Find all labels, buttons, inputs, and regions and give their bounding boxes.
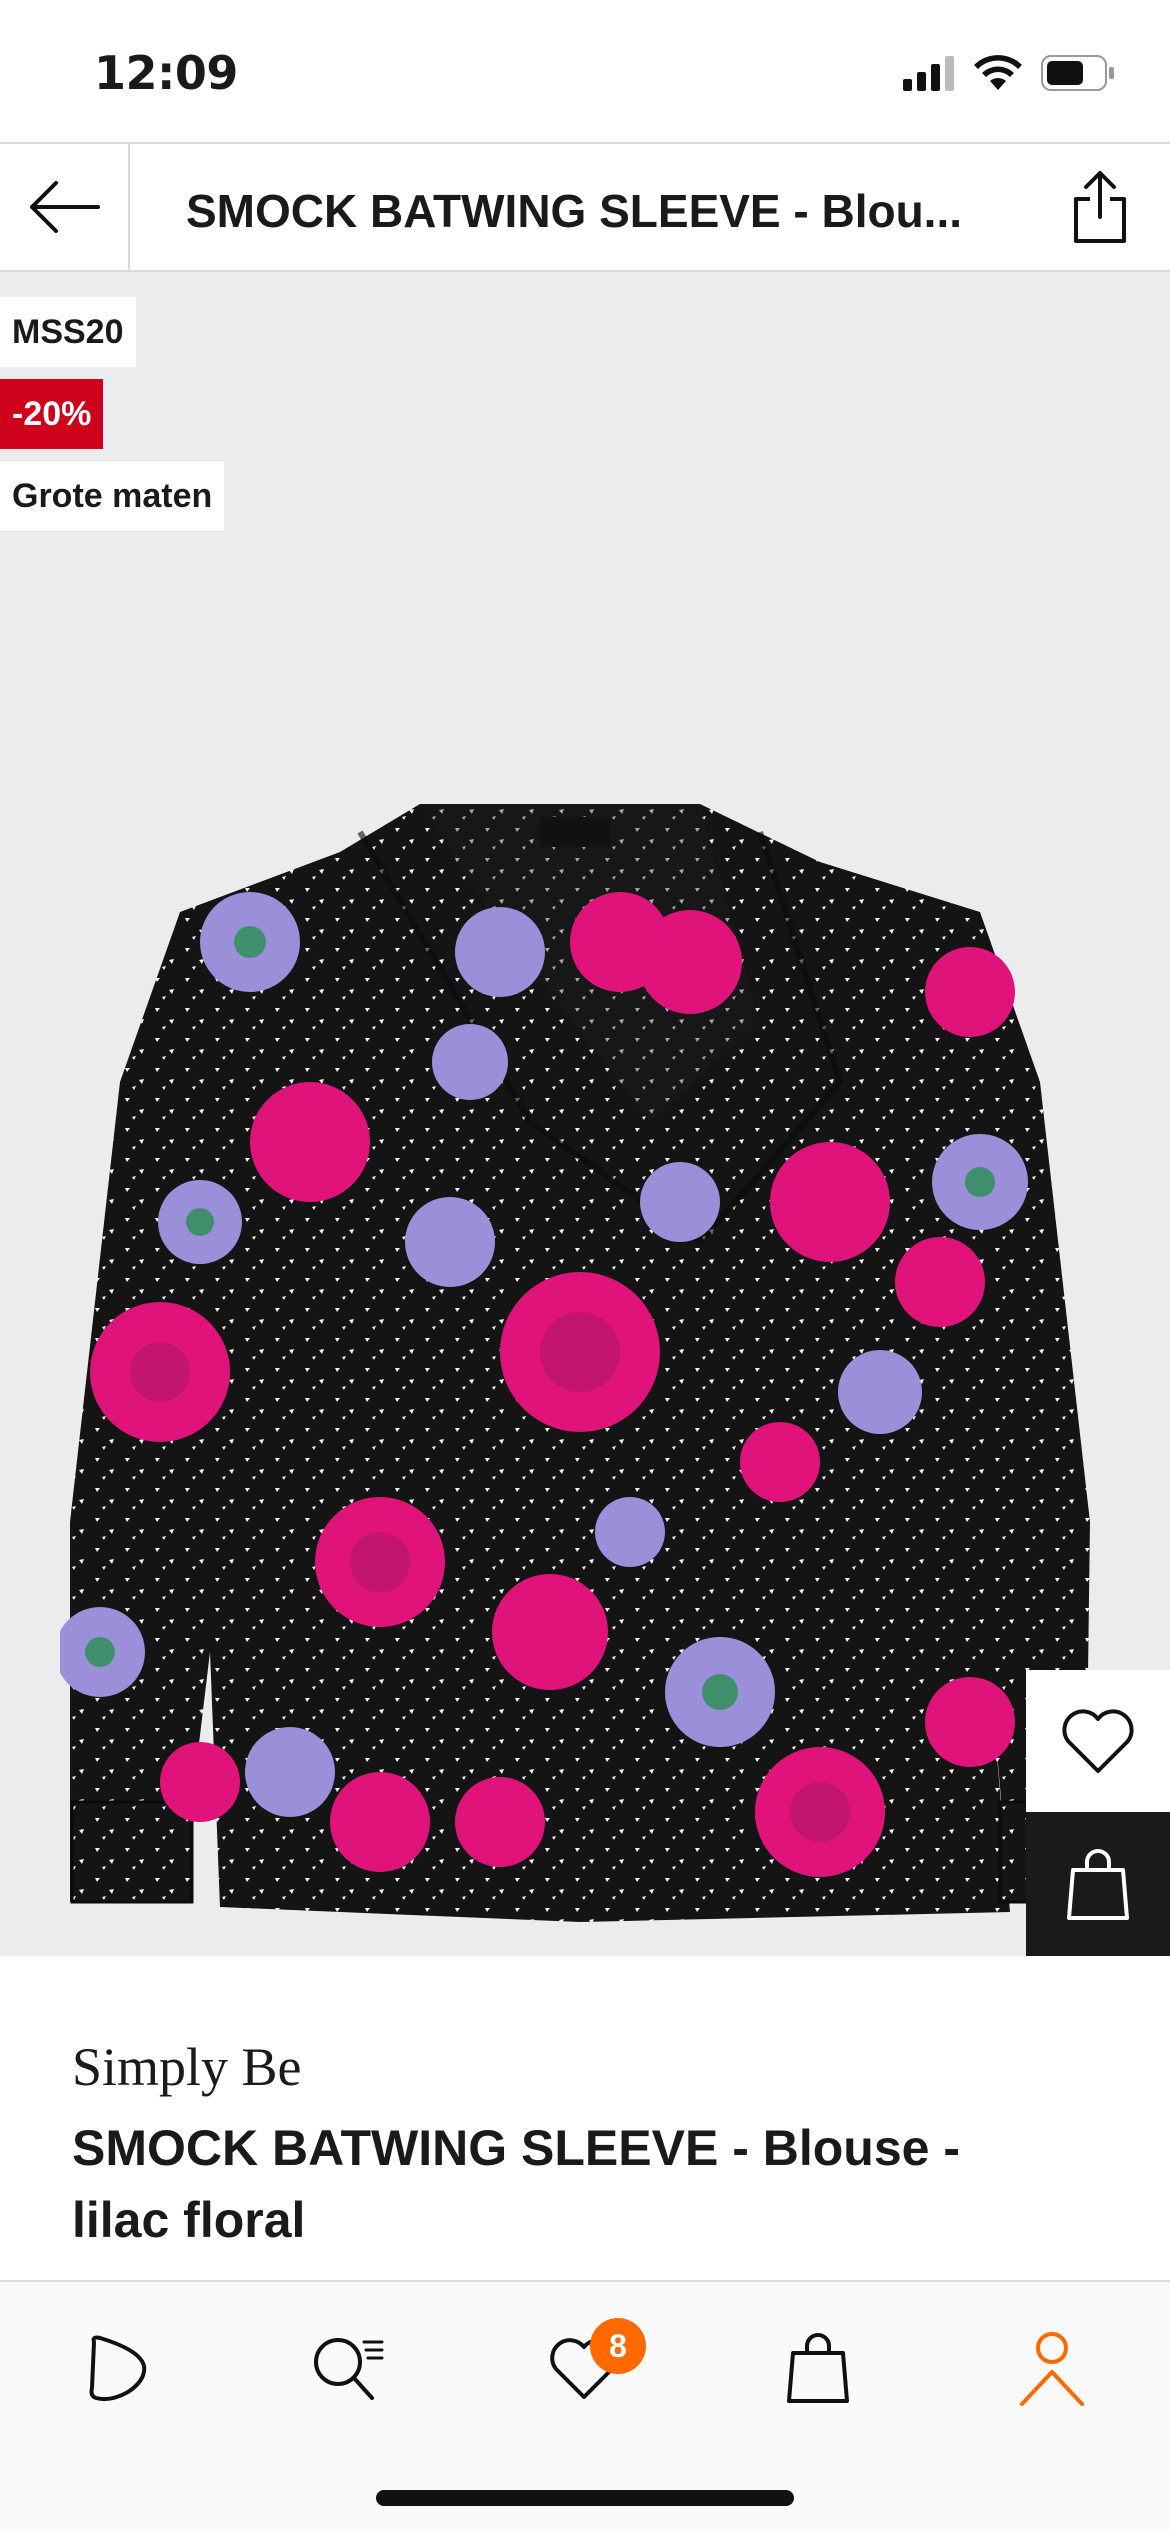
search-icon bbox=[314, 2338, 384, 2400]
battery-icon bbox=[1041, 55, 1114, 91]
bag-icon bbox=[787, 2333, 849, 2403]
nav-profile[interactable] bbox=[1002, 2318, 1102, 2418]
arrow-left-icon bbox=[30, 181, 100, 233]
wishlist-count-badge: 8 bbox=[590, 2318, 646, 2374]
home-icon bbox=[89, 2335, 147, 2402]
brand-name[interactable]: Simply Be bbox=[72, 2032, 1102, 2102]
nav-home[interactable] bbox=[66, 2318, 166, 2418]
bottom-navigation: 8 bbox=[0, 2280, 1170, 2532]
product-name-line-2: lilac floral bbox=[72, 2192, 306, 2248]
product-name: SMOCK BATWING SLEEVE - Blouse - lilac fl… bbox=[72, 2112, 1102, 2256]
share-icon bbox=[1074, 171, 1126, 243]
blouse-product-photo bbox=[60, 804, 1090, 1922]
shopping-bag-icon bbox=[1067, 1849, 1129, 1920]
page-title: SMOCK BATWING SLEEVE - Blou... bbox=[186, 185, 963, 237]
product-name-line-1: SMOCK BATWING SLEEVE - Blouse - bbox=[72, 2120, 960, 2176]
discount-flag: -20% bbox=[0, 379, 104, 449]
wifi-icon bbox=[974, 55, 1022, 90]
status-icons bbox=[903, 54, 1115, 92]
promo-code-flag: MSS20 bbox=[0, 297, 136, 367]
nav-search[interactable] bbox=[300, 2318, 400, 2418]
status-bar: 12:09 bbox=[0, 0, 1170, 142]
home-indicator[interactable] bbox=[376, 2490, 794, 2506]
nav-wishlist[interactable]: 8 bbox=[534, 2318, 646, 2418]
heart-icon bbox=[1062, 1709, 1134, 1773]
add-to-bag-button[interactable] bbox=[1026, 1812, 1170, 1956]
profile-icon bbox=[1020, 2332, 1084, 2406]
status-time: 12:09 bbox=[94, 46, 238, 100]
cellular-signal-icon bbox=[903, 56, 954, 91]
plus-size-flag: Grote maten bbox=[0, 461, 225, 531]
share-button[interactable] bbox=[1060, 166, 1140, 248]
back-button[interactable] bbox=[0, 144, 130, 270]
product-image-gallery[interactable]: MSS20 -20% Grote maten bbox=[0, 272, 1170, 1956]
nav-bag[interactable] bbox=[768, 2318, 868, 2418]
product-header: SMOCK BATWING SLEEVE - Blou... bbox=[0, 142, 1170, 272]
product-info: Simply Be SMOCK BATWING SLEEVE - Blouse … bbox=[72, 2032, 1102, 2256]
product-flags: MSS20 -20% Grote maten bbox=[0, 297, 225, 531]
add-to-wishlist-button[interactable] bbox=[1026, 1670, 1170, 1812]
